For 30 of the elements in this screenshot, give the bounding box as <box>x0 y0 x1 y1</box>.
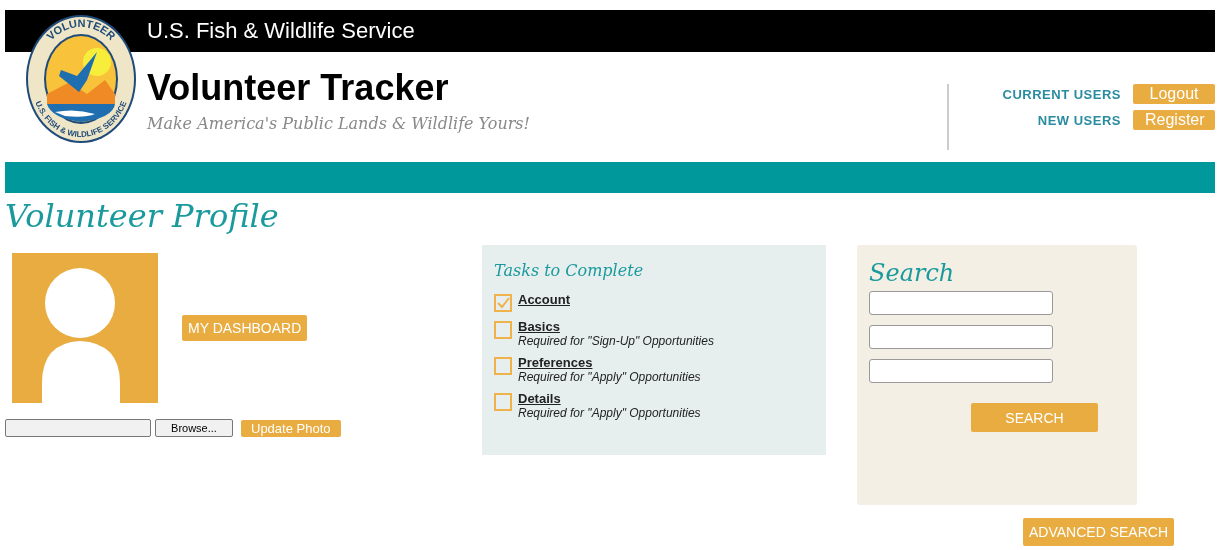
checkbox[interactable] <box>494 393 512 411</box>
advanced-search-button[interactable]: ADVANCED SEARCH <box>1023 518 1174 546</box>
task-link[interactable]: Details <box>518 391 701 406</box>
site-title: Volunteer Tracker <box>147 68 450 108</box>
user-button[interactable]: Logout <box>1133 84 1215 104</box>
agency-name: U.S. Fish & Wildlife Service <box>147 18 415 44</box>
task-note: Required for "Apply" Opportunities <box>518 406 701 420</box>
page-title: Volunteer Profile <box>5 197 280 235</box>
task-link[interactable]: Preferences <box>518 355 701 370</box>
task-link[interactable]: Account <box>518 292 570 307</box>
checkbox[interactable] <box>494 357 512 375</box>
file-input[interactable] <box>5 419 151 437</box>
task-link[interactable]: Basics <box>518 319 714 334</box>
dashboard-button[interactable]: MY DASHBOARD <box>182 315 308 341</box>
tagline: Make America's Public Lands & Wildlife Yours! <box>147 114 531 133</box>
update-photo-button[interactable]: Update Photo <box>241 419 341 437</box>
browse-button[interactable]: Browse... <box>155 419 233 437</box>
search-button[interactable]: SEARCH <box>971 403 1098 432</box>
task-note: Required for "Apply" Opportunities <box>518 370 701 384</box>
search-title: Search <box>869 259 956 287</box>
user-label: NEW USERS <box>1037 112 1121 128</box>
task-note: Required for "Sign-Up" Opportunities <box>518 334 714 348</box>
checkbox[interactable] <box>494 321 512 339</box>
search-field[interactable] <box>869 325 1053 349</box>
tasks-title: Tasks to Complete <box>494 261 645 280</box>
user-button[interactable]: Register <box>1133 110 1215 130</box>
checkbox[interactable] <box>494 294 512 312</box>
search-field[interactable] <box>869 359 1053 383</box>
user-label: CURRENT USERS <box>1002 86 1121 102</box>
search-field[interactable] <box>869 291 1053 315</box>
